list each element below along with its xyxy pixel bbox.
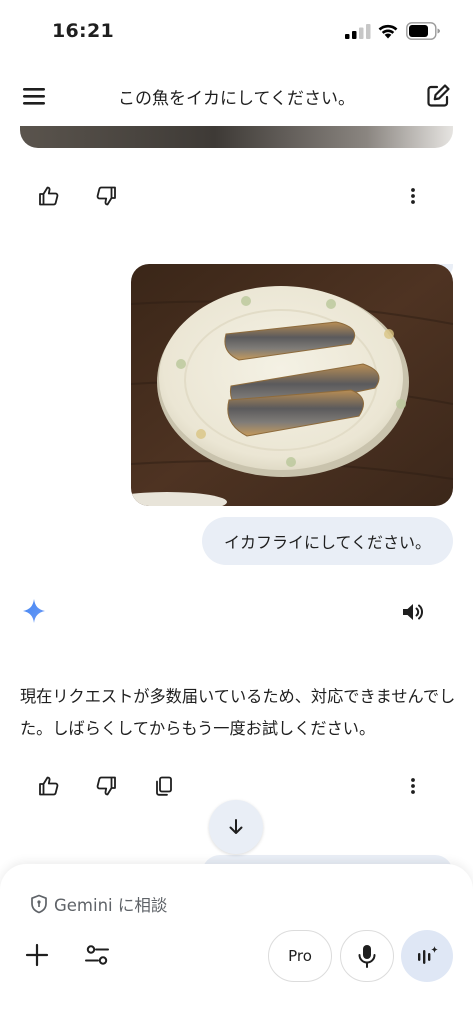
copy-icon[interactable] xyxy=(148,770,180,802)
user-message-bubble[interactable]: イカフライにしてください。 xyxy=(202,517,453,565)
previous-image[interactable] xyxy=(20,126,453,148)
wifi-icon xyxy=(378,24,398,39)
shield-icon xyxy=(31,894,47,914)
thumbs-up-icon[interactable] xyxy=(33,770,65,802)
app-header: この魚をイカにしてください。 xyxy=(0,62,473,128)
speaker-icon[interactable] xyxy=(397,596,429,628)
battery-icon xyxy=(406,22,440,40)
prompt-input[interactable]: Gemini に相談 xyxy=(30,892,167,916)
live-waveform-icon xyxy=(418,946,438,964)
arrow-down-icon xyxy=(229,819,243,834)
gemini-reply-text: 現在リクエストが多数届いているため、対応できませんでした。しばらくしてからもう一… xyxy=(20,687,456,738)
edit-icon[interactable] xyxy=(424,82,452,110)
thumbs-up-icon[interactable] xyxy=(33,180,65,212)
tools-icon[interactable] xyxy=(82,940,112,970)
plus-icon[interactable] xyxy=(22,940,52,970)
scroll-down-button[interactable] xyxy=(209,800,263,854)
model-selector-button[interactable]: Pro xyxy=(268,930,332,982)
gemini-sparkle-icon xyxy=(23,599,45,623)
thumbs-down-icon[interactable] xyxy=(90,770,122,802)
prompt-input-panel: Gemini に相談 Pro xyxy=(0,864,473,1024)
uploaded-photo[interactable] xyxy=(131,264,453,506)
thumbs-down-icon[interactable] xyxy=(90,180,122,212)
more-vert-icon[interactable] xyxy=(397,770,429,802)
menu-icon[interactable] xyxy=(20,84,48,108)
cellular-signal-icon xyxy=(345,24,371,39)
status-bar: 16:21 xyxy=(0,0,473,62)
mic-icon xyxy=(358,945,376,968)
prompt-placeholder: Gemini に相談 xyxy=(54,896,168,915)
live-mode-button[interactable] xyxy=(401,930,453,982)
more-vert-icon[interactable] xyxy=(397,180,429,212)
chat-title[interactable]: この魚をイカにしてください。 xyxy=(70,84,403,109)
status-time: 16:21 xyxy=(52,20,114,42)
microphone-button[interactable] xyxy=(340,930,394,982)
